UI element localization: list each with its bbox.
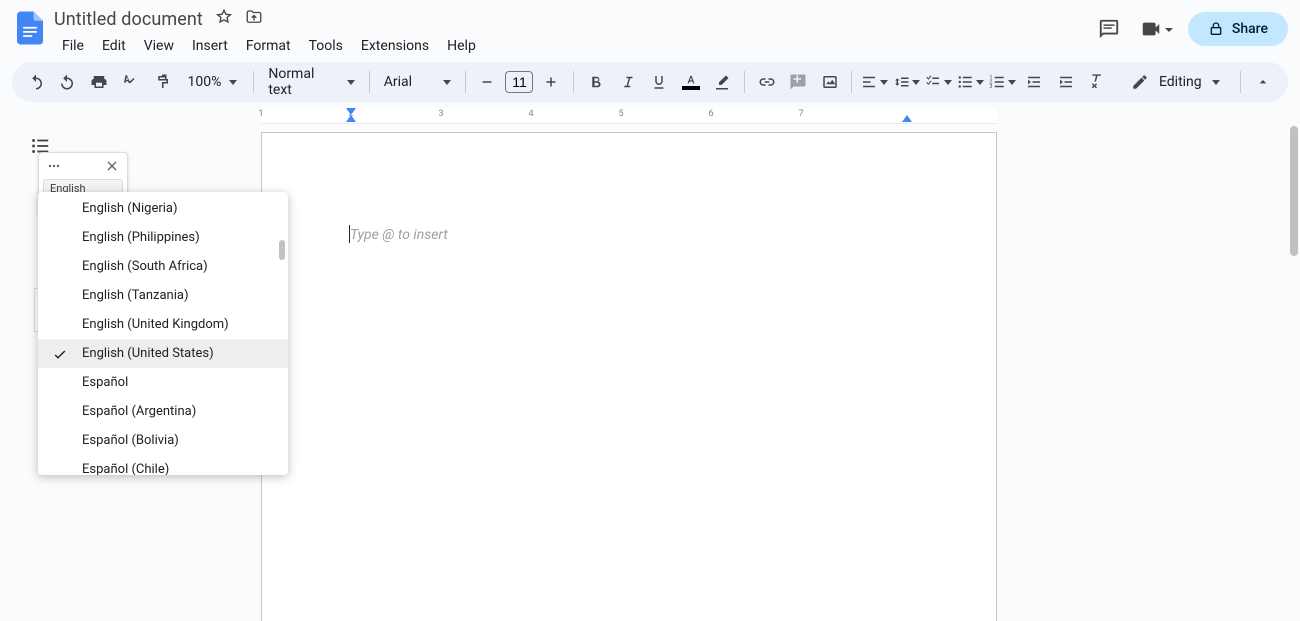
language-label: English (Nigeria)	[82, 201, 178, 216]
share-button[interactable]: Share	[1188, 12, 1288, 46]
redo-button[interactable]	[54, 68, 82, 96]
dropdown-scrollbar[interactable]	[279, 240, 285, 260]
language-label: English (Philippines)	[82, 230, 200, 245]
bulleted-list-button[interactable]	[956, 68, 984, 96]
toolbar: 100% Normal text Arial 123 Editing	[12, 62, 1288, 102]
font-size-decrease[interactable]	[473, 68, 501, 96]
clear-formatting-button[interactable]	[1083, 68, 1111, 96]
language-option[interactable]: English (Tanzania)	[38, 281, 288, 310]
style ▾: Normal text	[268, 66, 338, 98]
menu-file[interactable]: File	[54, 34, 92, 58]
language-option[interactable]: Español (Chile)	[38, 455, 288, 475]
font-size-increase[interactable]	[537, 68, 565, 96]
print-button[interactable]	[85, 68, 113, 96]
svg-text:3: 3	[990, 84, 993, 90]
zoom-value: 100%	[188, 74, 222, 90]
menu-help[interactable]: Help	[439, 34, 484, 58]
lock-icon	[1208, 21, 1224, 37]
star-icon[interactable]	[215, 8, 233, 30]
numbered-list-button[interactable]: 123	[988, 68, 1016, 96]
italic-button[interactable]	[614, 68, 642, 96]
font-size-input[interactable]	[505, 71, 533, 93]
language-option[interactable]: English (Nigeria)	[38, 194, 288, 223]
doc-title[interactable]: Untitled document	[54, 9, 203, 30]
language-option[interactable]: English (Philippines)	[38, 223, 288, 252]
font-name: Arial	[384, 74, 412, 90]
spellcheck-button[interactable]	[117, 68, 145, 96]
check-icon	[52, 346, 68, 362]
font-select[interactable]: Arial	[378, 74, 457, 90]
decrease-indent-button[interactable]	[1020, 68, 1048, 96]
language-label: English (United States)	[82, 346, 214, 361]
paragraph-style-select[interactable]: Normal text	[262, 66, 360, 98]
language-label: Español (Chile)	[82, 462, 169, 475]
mode-label: Editing	[1159, 74, 1202, 90]
menu-view[interactable]: View	[136, 34, 182, 58]
language-option[interactable]: Español (Argentina)	[38, 397, 288, 426]
menu-format[interactable]: Format	[238, 34, 299, 58]
language-label: Español (Bolivia)	[82, 433, 179, 448]
paint-format-button[interactable]	[148, 68, 176, 96]
align-button[interactable]	[860, 68, 888, 96]
menu-tools[interactable]: Tools	[301, 34, 351, 58]
page[interactable]: Type @ to insert	[261, 132, 997, 621]
share-label: Share	[1232, 21, 1268, 37]
language-option[interactable]: Español	[38, 368, 288, 397]
bold-button[interactable]	[582, 68, 610, 96]
checklist-button[interactable]	[924, 68, 952, 96]
title-block: Untitled document File Edit View Insert …	[54, 6, 1092, 58]
voice-more-icon[interactable]	[44, 156, 64, 176]
pencil-icon	[1131, 73, 1149, 91]
highlight-button[interactable]	[708, 68, 736, 96]
line-spacing-button[interactable]	[892, 68, 920, 96]
undo-button[interactable]	[22, 68, 50, 96]
docs-logo[interactable]	[12, 10, 48, 46]
header: Untitled document File Edit View Insert …	[0, 0, 1300, 58]
language-option[interactable]: Español (Bolivia)	[38, 426, 288, 455]
menu-edit[interactable]: Edit	[94, 34, 134, 58]
menu-insert[interactable]: Insert	[184, 34, 236, 58]
insert-link-button[interactable]	[753, 68, 781, 96]
language-label: English (United Kingdom)	[82, 317, 229, 332]
menu-extensions[interactable]: Extensions	[353, 34, 437, 58]
scrollbar-thumb[interactable]	[1290, 126, 1298, 256]
language-label: English (South Africa)	[82, 259, 208, 274]
language-option[interactable]: English (United States)	[38, 339, 288, 368]
increase-indent-button[interactable]	[1052, 68, 1080, 96]
editing-mode-select[interactable]: Editing	[1119, 73, 1232, 91]
underline-button[interactable]	[645, 68, 673, 96]
first-line-indent[interactable]	[346, 108, 356, 115]
comments-icon[interactable]	[1092, 12, 1126, 46]
language-dropdown[interactable]: English (Nigeria) English (Philippines) En…	[38, 192, 288, 475]
voice-close-icon[interactable]	[102, 156, 122, 176]
insert-image-button[interactable]	[816, 68, 844, 96]
text-color-button[interactable]	[677, 68, 705, 96]
language-label: Español	[82, 375, 128, 390]
language-label: English (Tanzania)	[82, 288, 188, 303]
add-comment-button[interactable]	[784, 68, 812, 96]
zoom-select[interactable]: 100%	[180, 74, 246, 90]
language-option[interactable]: English (South Africa)	[38, 252, 288, 281]
placeholder-text: Type @ to insert	[350, 227, 448, 243]
language-label: Español (Argentina)	[82, 404, 196, 419]
collapse-toolbar-button[interactable]	[1249, 67, 1278, 97]
language-option[interactable]: English (United Kingdom)	[38, 310, 288, 339]
move-icon[interactable]	[245, 8, 263, 30]
menu-bar: File Edit View Insert Format Tools Exten…	[54, 34, 1092, 58]
meet-button[interactable]	[1140, 18, 1174, 40]
